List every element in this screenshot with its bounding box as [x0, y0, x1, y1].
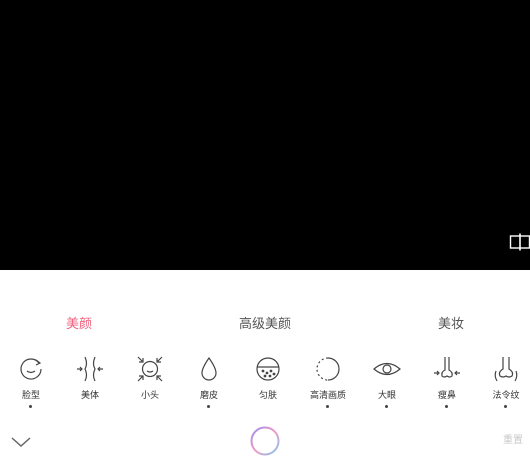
body-slim-icon [75, 354, 105, 384]
active-dot [385, 405, 388, 408]
small-head-icon [135, 354, 165, 384]
tool-even-skin[interactable]: 匀肤 [238, 352, 298, 412]
tab-advanced-beauty[interactable]: 高级美颜 [239, 316, 291, 334]
tab-makeup[interactable]: 美妆 [438, 316, 464, 334]
tool-face-shape[interactable]: 脸型 [1, 352, 61, 412]
tool-label: 美体 [80, 391, 99, 401]
tool-smooth-skin[interactable]: 磨皮 [179, 352, 239, 412]
tool-hd-quality[interactable]: 高清画质 [298, 352, 358, 412]
tool-label: 脸型 [21, 391, 40, 401]
face-shape-icon [16, 354, 46, 384]
tool-label: 瘦鼻 [437, 391, 456, 401]
active-dot [504, 405, 507, 408]
nasolabial-fold-icon [491, 354, 521, 384]
even-skin-icon [253, 354, 283, 384]
tool-label: 磨皮 [199, 391, 218, 401]
smooth-skin-drop-icon [194, 354, 224, 384]
chevron-down-icon[interactable] [9, 434, 33, 450]
active-dot [29, 405, 32, 408]
tool-nasolabial-fold[interactable]: 法令纹 [476, 352, 530, 412]
active-dot [445, 405, 448, 408]
tool-label: 小头 [140, 391, 159, 401]
nose-slim-icon [432, 354, 462, 384]
tool-label: 高清画质 [309, 391, 346, 401]
active-dot [207, 405, 210, 408]
tool-nose-slim[interactable]: 瘦鼻 [417, 352, 477, 412]
tool-big-eye[interactable]: 大眼 [357, 352, 417, 412]
photo-preview [0, 0, 530, 270]
active-dot [326, 405, 329, 408]
compare-split-icon[interactable] [509, 233, 530, 251]
gradient-ring-icon[interactable] [249, 425, 281, 457]
beauty-panel: 美颜 高级美颜 美妆 脸型 美体 小头 磨皮 匀肤 高清画质 大眼 瘦鼻 法令纹… [0, 270, 530, 461]
tool-label: 法令纹 [492, 391, 520, 401]
eye-icon [372, 354, 402, 384]
tool-label: 大眼 [377, 391, 396, 401]
tool-small-head[interactable]: 小头 [120, 352, 180, 412]
hd-quality-icon [313, 354, 343, 384]
reset-button[interactable]: 重置 [503, 434, 523, 448]
tab-beauty[interactable]: 美颜 [66, 316, 92, 334]
tool-label: 匀肤 [258, 391, 277, 401]
tool-body-slim[interactable]: 美体 [60, 352, 120, 412]
